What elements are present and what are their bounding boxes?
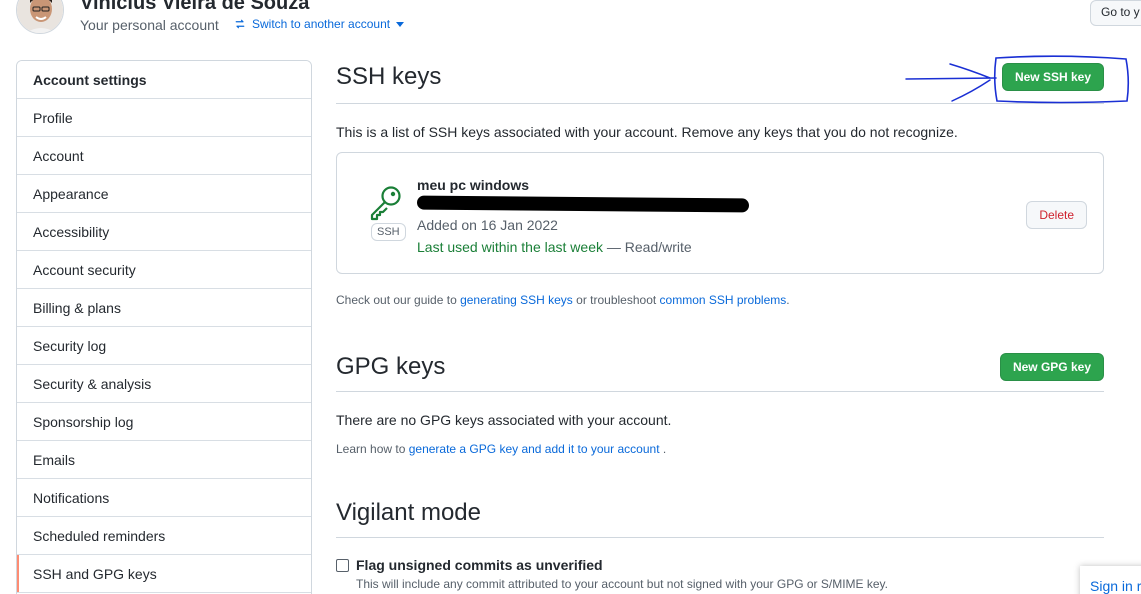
settings-main: SSH keys New SSH key This is a list of S… xyxy=(336,60,1104,591)
sidebar-item-ssh-gpg-keys[interactable]: SSH and GPG keys xyxy=(17,555,311,593)
avatar-image xyxy=(17,0,63,33)
sidebar-item-notifications[interactable]: Notifications xyxy=(17,479,311,517)
ssh-key-name: meu pc windows xyxy=(417,177,530,193)
new-gpg-key-button[interactable]: New GPG key xyxy=(999,352,1104,381)
gpg-keys-header: GPG keys New GPG key xyxy=(336,352,1104,392)
switch-account-label: Switch to another account xyxy=(252,17,391,31)
sidebar-item-sponsorship-log[interactable]: Sponsorship log xyxy=(17,403,311,441)
sidebar-item-security-analysis[interactable]: Security & analysis xyxy=(17,365,311,403)
gpg-keys-title: GPG keys xyxy=(336,352,446,380)
sidebar-item-account-security[interactable]: Account security xyxy=(17,251,311,289)
ssh-keys-title: SSH keys xyxy=(336,62,442,90)
access-level: — Read/write xyxy=(603,239,692,255)
sidebar-item-account[interactable]: Account xyxy=(17,137,311,175)
switch-account-link[interactable]: Switch to another account xyxy=(234,17,405,31)
redacted-fingerprint xyxy=(416,195,750,213)
sidebar-item-accessibility[interactable]: Accessibility xyxy=(17,213,311,251)
vigilant-note: This will include any commit attributed … xyxy=(356,577,889,591)
last-used-text: Last used within the last week xyxy=(417,239,603,255)
vigilant-mode-title: Vigilant mode xyxy=(336,498,481,526)
go-to-profile-button[interactable]: Go to y xyxy=(1090,0,1141,26)
learn-suffix: . xyxy=(659,442,667,456)
vigilant-checkbox-row: Flag unsigned commits as unverified xyxy=(336,557,1104,573)
arrows-switch-icon xyxy=(235,19,245,29)
key-icon xyxy=(367,183,405,226)
sidebar-item-billing[interactable]: Billing & plans xyxy=(17,289,311,327)
gpg-empty-text: There are no GPG keys associated with yo… xyxy=(336,412,672,428)
sign-in-label: Sign in r xyxy=(1090,578,1141,594)
sidebar-heading: Account settings xyxy=(17,61,311,99)
guide-suffix: . xyxy=(786,293,790,307)
ssh-keys-header: SSH keys New SSH key xyxy=(336,60,1104,104)
generating-ssh-keys-link[interactable]: generating SSH keys xyxy=(460,293,573,307)
generate-gpg-key-link[interactable]: generate a GPG key and add it to your ac… xyxy=(409,442,660,456)
ssh-key-entry: SSH meu pc windows Added on 16 Jan 2022 … xyxy=(336,152,1104,274)
sidebar-item-emails[interactable]: Emails xyxy=(17,441,311,479)
sign-in-popup[interactable]: Sign in r xyxy=(1080,566,1141,594)
sidebar-item-security-log[interactable]: Security log xyxy=(17,327,311,365)
learn-prefix: Learn how to xyxy=(336,442,409,456)
sidebar-item-profile[interactable]: Profile xyxy=(17,99,311,137)
caret-down-icon xyxy=(396,22,405,27)
settings-sidebar: Account settings Profile Account Appeara… xyxy=(16,60,312,594)
new-ssh-key-button[interactable]: New SSH key xyxy=(1001,62,1104,91)
common-ssh-problems-link[interactable]: common SSH problems xyxy=(660,293,787,307)
guide-prefix: Check out our guide to xyxy=(336,293,461,307)
flag-unsigned-label[interactable]: Flag unsigned commits as unverified xyxy=(356,557,603,573)
ssh-key-added-date: Added on 16 Jan 2022 xyxy=(417,217,558,233)
sidebar-item-scheduled-reminders[interactable]: Scheduled reminders xyxy=(17,517,311,555)
gpg-learn-note: Learn how to generate a GPG key and add … xyxy=(336,442,1104,456)
delete-ssh-key-button[interactable]: Delete xyxy=(1026,201,1087,229)
ssh-guide-note: Check out our guide to generating SSH ke… xyxy=(336,293,1104,307)
account-subtitle: Your personal account xyxy=(80,17,219,33)
ssh-description: This is a list of SSH keys associated wi… xyxy=(336,124,958,140)
settings-page: Vinicius Vieira de Souza Your personal a… xyxy=(0,0,1141,594)
user-name: Vinicius Vieira de Souza xyxy=(80,0,310,14)
vigilant-mode-header: Vigilant mode xyxy=(336,498,1104,538)
guide-middle: or troubleshoot xyxy=(572,293,660,307)
sidebar-item-appearance[interactable]: Appearance xyxy=(17,175,311,213)
ssh-key-last-used: Last used within the last week — Read/wr… xyxy=(417,239,692,255)
ssh-type-badge: SSH xyxy=(371,223,406,241)
flag-unsigned-checkbox[interactable] xyxy=(336,558,349,572)
avatar[interactable] xyxy=(16,0,64,34)
